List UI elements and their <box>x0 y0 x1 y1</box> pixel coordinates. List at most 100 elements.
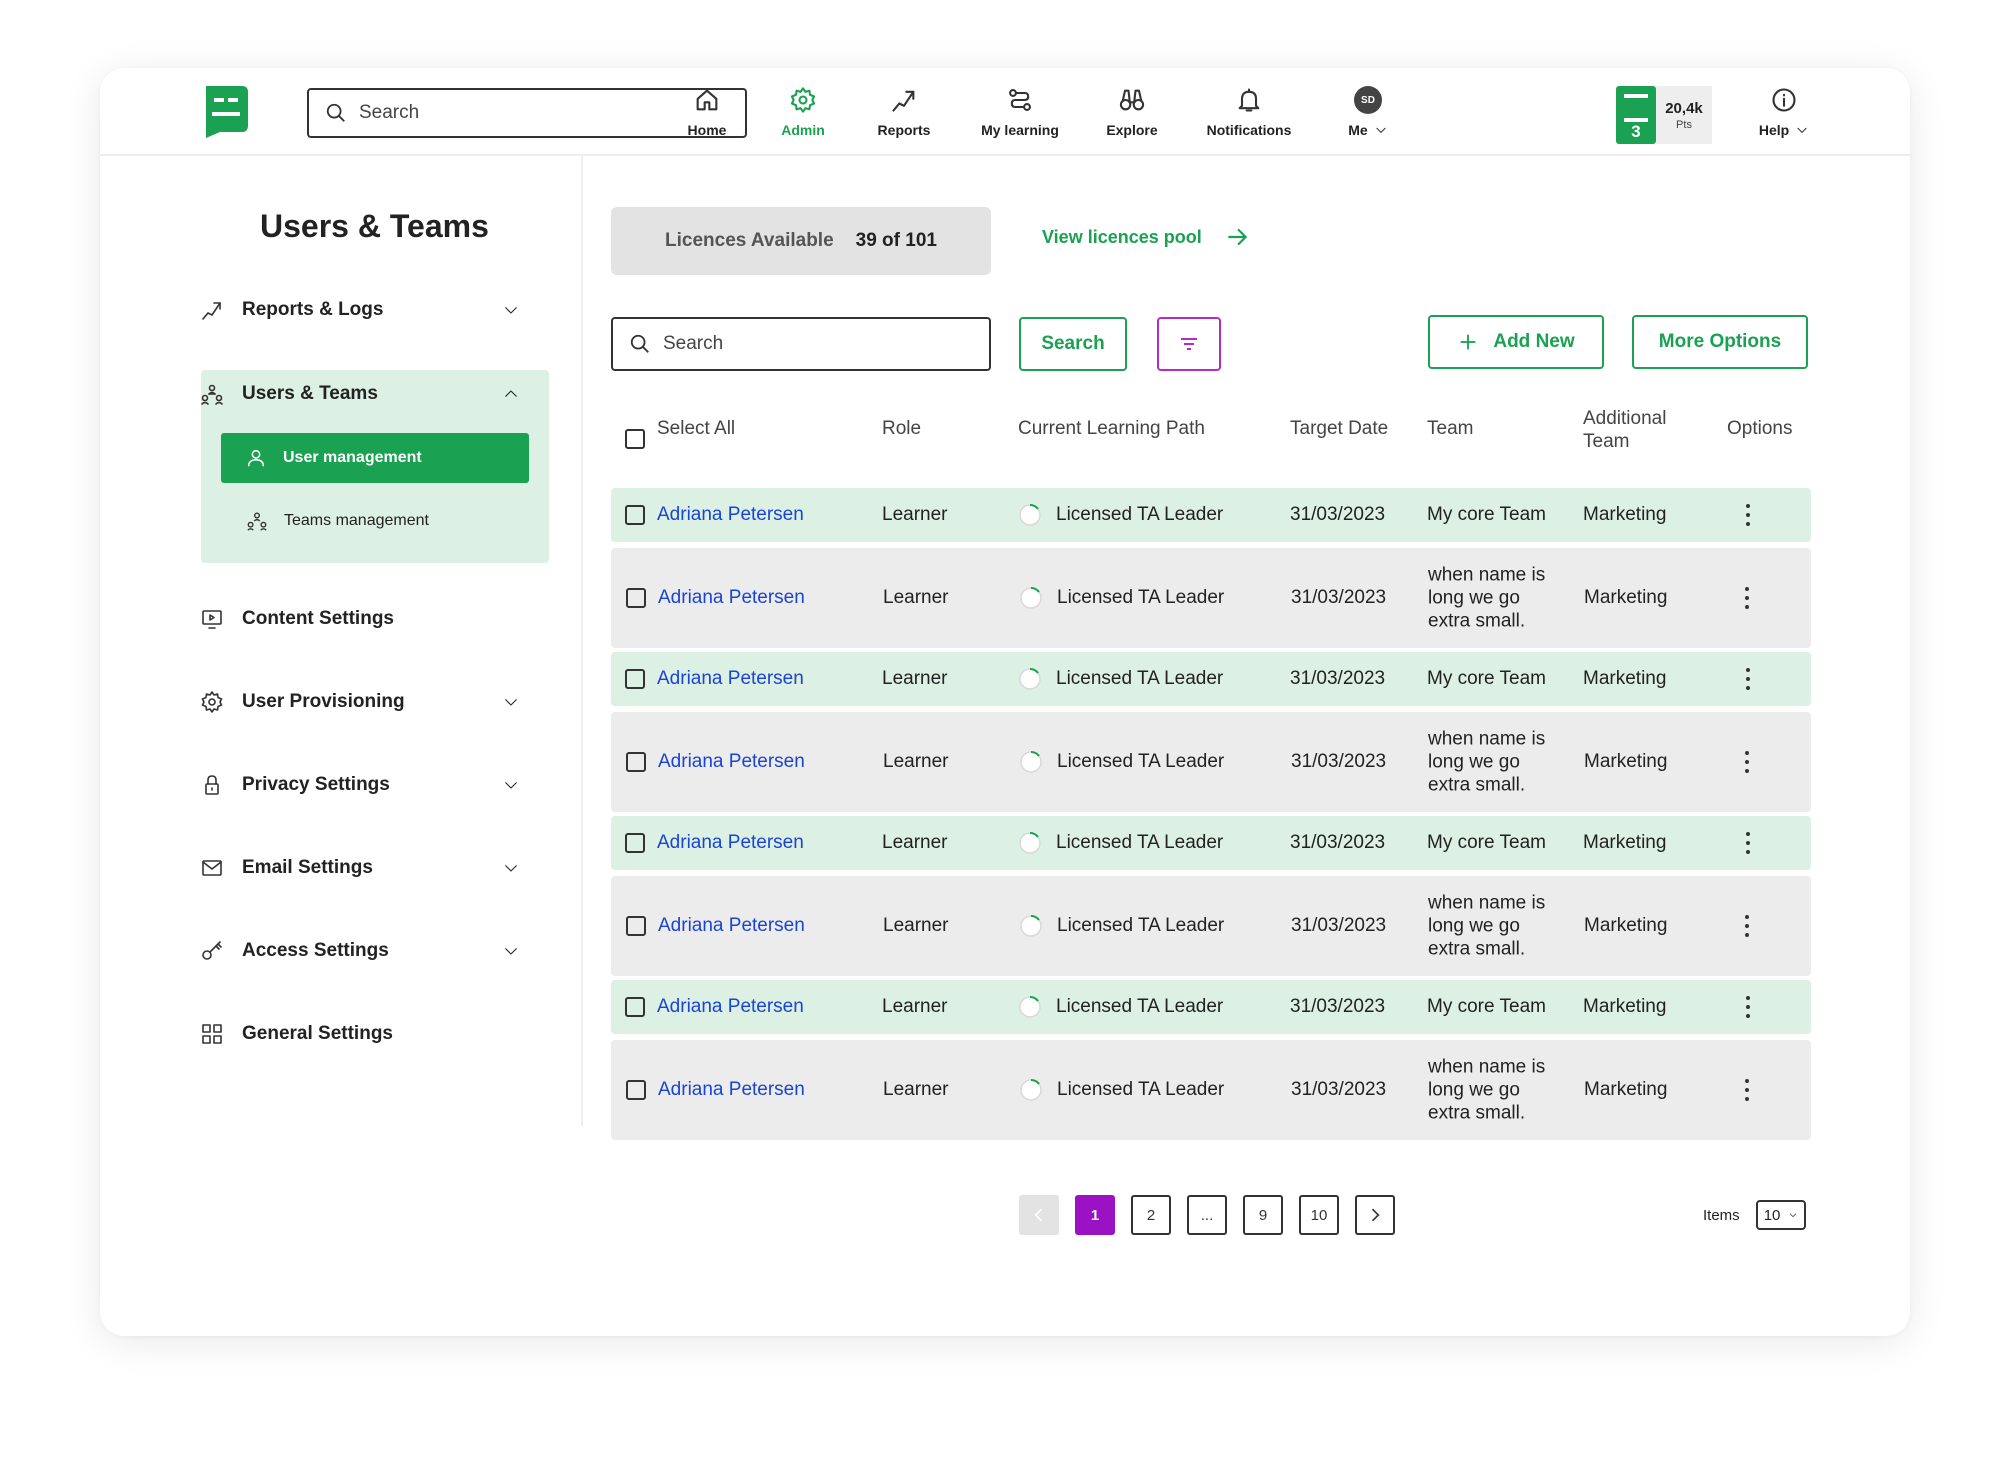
column-header-team: Team <box>1427 418 1474 439</box>
table-row[interactable]: Adriana Petersen Learner Licensed TA Leade… <box>611 548 1811 648</box>
sidebar-item-users-teams[interactable]: Users & Teams <box>200 374 520 414</box>
row-options-kebab-icon[interactable] <box>1745 832 1751 854</box>
page-button-2[interactable]: 2 <box>1131 1195 1171 1235</box>
sidebar-title: Users & Teams <box>260 208 489 244</box>
sidebar-subitem-teams-management[interactable]: Teams management <box>246 501 429 541</box>
row-checkbox[interactable] <box>626 916 646 936</box>
row-options-kebab-icon[interactable] <box>1744 751 1750 773</box>
user-name-link[interactable]: Adriana Petersen <box>657 996 804 1018</box>
column-header-role: Role <box>882 418 922 439</box>
nav-notifications[interactable]: Notifications <box>1186 68 1312 156</box>
progress-ring-icon <box>1019 996 1041 1018</box>
table-row[interactable]: Adriana Petersen Learner Licensed TA Leade… <box>611 876 1811 976</box>
learning-path-cell: Licensed TA Leader <box>1018 503 1223 527</box>
learning-path-name: Licensed TA Leader <box>1057 1079 1225 1100</box>
table-row[interactable]: Adriana Petersen Learner Licensed TA Leade… <box>611 816 1811 870</box>
user-icon <box>247 449 265 467</box>
table-row[interactable]: Adriana Petersen Learner Licensed TA Leade… <box>611 1040 1811 1140</box>
level-number: 3 <box>1631 122 1641 141</box>
nav-my-learning[interactable]: My learning <box>962 68 1078 156</box>
sidebar-item-email-settings[interactable]: Email Settings <box>200 848 520 888</box>
table-row[interactable]: Adriana Petersen Learner Licensed TA Leade… <box>611 712 1811 812</box>
page-button-9[interactable]: 9 <box>1243 1195 1283 1235</box>
nav-my-learning-label: My learning <box>981 122 1059 138</box>
nav-admin[interactable]: Admin <box>760 68 846 156</box>
monitor-icon <box>202 610 222 629</box>
filter-button[interactable] <box>1157 317 1221 371</box>
sidebar-item-access-settings[interactable]: Access Settings <box>200 931 520 971</box>
learning-path-name: Licensed TA Leader <box>1056 668 1224 689</box>
table-row[interactable]: Adriana Petersen Learner Licensed TA Leade… <box>611 652 1811 706</box>
nav-notifications-label: Notifications <box>1206 122 1292 138</box>
nav-me[interactable]: SD Me <box>1325 68 1411 156</box>
nav-explore-label: Explore <box>1106 122 1158 138</box>
user-name-link[interactable]: Adriana Petersen <box>658 587 805 609</box>
nav-home[interactable]: Home <box>667 68 747 156</box>
team-cell: My core Team <box>1427 668 1546 689</box>
nav-reports[interactable]: Reports <box>859 68 949 156</box>
lock-icon <box>205 775 219 795</box>
progress-ring-icon <box>1020 1079 1042 1101</box>
user-name-link[interactable]: Adriana Petersen <box>658 1079 805 1101</box>
nav-me-label-wrap: Me <box>1348 122 1387 138</box>
sidebar-item-reports-logs[interactable]: Reports & Logs <box>200 290 520 330</box>
page-button-10[interactable]: 10 <box>1299 1195 1339 1235</box>
learning-path-cell: Licensed TA Leader <box>1018 667 1223 691</box>
chevron-down-icon <box>505 782 517 789</box>
next-page-button[interactable] <box>1355 1195 1395 1235</box>
trend-icon <box>892 90 915 112</box>
row-options-kebab-icon[interactable] <box>1745 668 1751 690</box>
user-name-link[interactable]: Adriana Petersen <box>657 832 804 854</box>
sidebar-item-privacy-settings[interactable]: Privacy Settings <box>200 765 520 805</box>
add-new-button[interactable]: Add New <box>1428 315 1604 369</box>
additional-team-cell: Marketing <box>1583 668 1667 689</box>
row-checkbox[interactable] <box>625 669 645 689</box>
sidebar-item-content-settings[interactable]: Content Settings <box>200 599 520 639</box>
table-row[interactable]: Adriana Petersen Learner Licensed TA Leade… <box>611 488 1811 542</box>
row-checkbox[interactable] <box>625 997 645 1017</box>
user-name-link[interactable]: Adriana Petersen <box>658 751 805 773</box>
table-row[interactable]: Adriana Petersen Learner Licensed TA Leade… <box>611 980 1811 1034</box>
page-button-1[interactable]: 1 <box>1075 1195 1115 1235</box>
nav-reports-label: Reports <box>877 122 931 138</box>
row-checkbox[interactable] <box>625 505 645 525</box>
sidebar-subitem-user-management[interactable]: User management <box>221 433 529 483</box>
brand-logo[interactable] <box>202 84 250 138</box>
previous-page-button[interactable] <box>1019 1195 1059 1235</box>
nav-me-label: Me <box>1348 122 1368 138</box>
row-options-kebab-icon[interactable] <box>1744 1079 1750 1101</box>
row-options-kebab-icon[interactable] <box>1745 996 1751 1018</box>
row-options-kebab-icon[interactable] <box>1745 504 1751 526</box>
user-name-link[interactable]: Adriana Petersen <box>657 504 804 526</box>
page-ellipsis[interactable]: ... <box>1187 1195 1227 1235</box>
nav-explore[interactable]: Explore <box>1091 68 1173 156</box>
row-checkbox[interactable] <box>625 833 645 853</box>
row-checkbox[interactable] <box>626 752 646 772</box>
user-name-link[interactable]: Adriana Petersen <box>658 915 805 937</box>
nav-help[interactable]: Help <box>1736 68 1832 156</box>
view-licences-pool-link[interactable]: View licences pool <box>1042 224 1250 250</box>
target-date-cell: 31/03/2023 <box>1290 504 1386 525</box>
items-per-page-select[interactable]: 10 <box>1755 1200 1806 1230</box>
items-per-page: Items 10 <box>1703 1200 1806 1230</box>
sidebar-item-label: User Provisioning <box>242 691 405 712</box>
chevron-down-icon <box>505 699 517 706</box>
points-widget[interactable]: 3 20,4k Pts <box>1616 86 1712 144</box>
user-name-link[interactable]: Adriana Petersen <box>657 668 804 690</box>
search-button[interactable]: Search <box>1019 317 1127 371</box>
more-options-button[interactable]: More Options <box>1632 315 1808 369</box>
additional-team-cell: Marketing <box>1583 504 1667 525</box>
sidebar-item-general-settings[interactable]: General Settings <box>200 1014 520 1054</box>
row-options-kebab-icon[interactable] <box>1744 587 1750 609</box>
licences-available-box: Licences Available 39 of 101 <box>611 207 991 275</box>
row-options-kebab-icon[interactable] <box>1744 915 1750 937</box>
user-search-input[interactable]: Search <box>611 317 991 371</box>
chevron-down-icon <box>1376 127 1386 133</box>
chevron-down-icon <box>1797 127 1807 133</box>
sidebar-item-user-provisioning[interactable]: User Provisioning <box>200 682 520 722</box>
row-checkbox[interactable] <box>626 588 646 608</box>
row-checkbox[interactable] <box>626 1080 646 1100</box>
select-all-checkbox[interactable] <box>625 429 645 449</box>
additional-team-cell: Marketing <box>1584 751 1668 772</box>
column-header-learning-path: Current Learning Path <box>1018 418 1205 439</box>
